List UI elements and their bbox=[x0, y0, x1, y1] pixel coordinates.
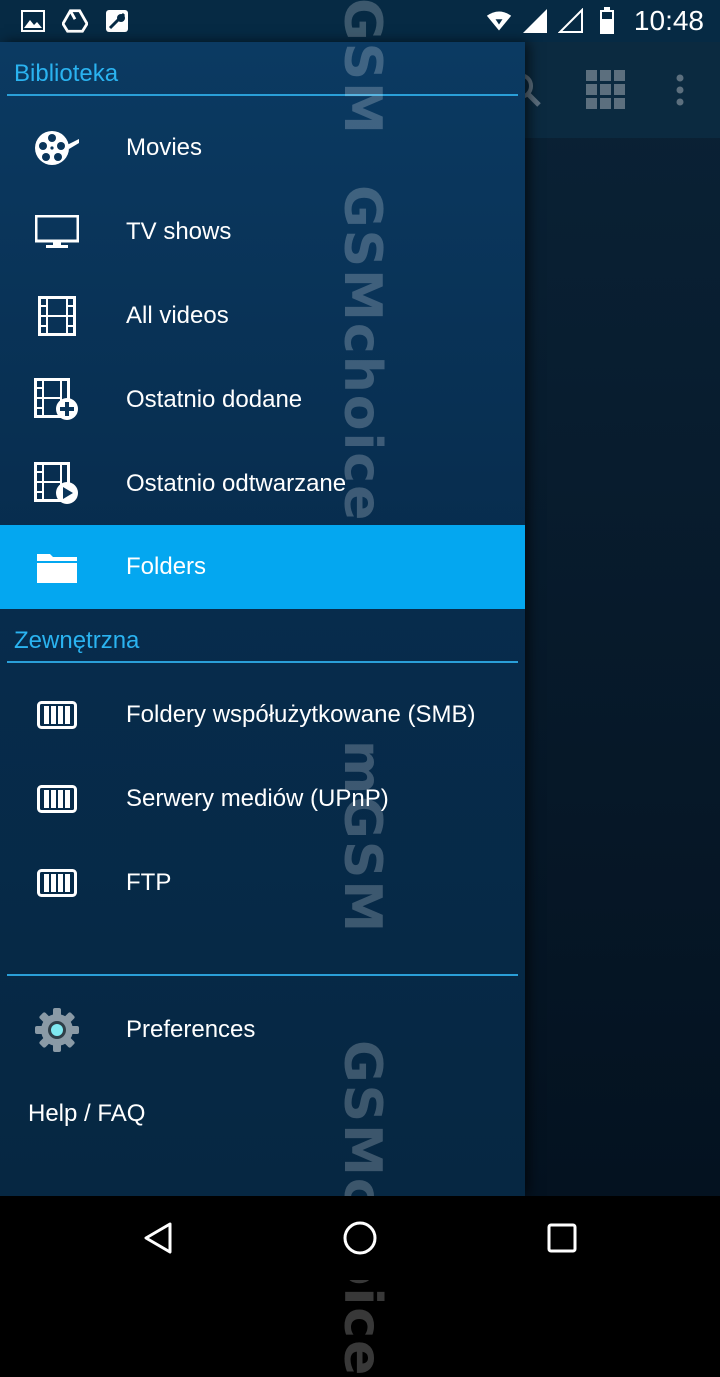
nav-item-label: Ostatnio dodane bbox=[126, 386, 303, 413]
section-header-library: Biblioteka bbox=[0, 42, 525, 96]
tv-icon bbox=[34, 210, 80, 254]
section-header-external: Zewnętrzna bbox=[0, 609, 525, 663]
network-drive-icon bbox=[34, 861, 80, 905]
nav-item-movies[interactable]: Movies bbox=[0, 106, 525, 190]
back-icon[interactable] bbox=[134, 1214, 182, 1262]
nav-item-label: Ostatnio odtwarzane bbox=[126, 470, 347, 497]
nav-item-preferences[interactable]: Preferences bbox=[0, 988, 525, 1072]
navigation-drawer: Biblioteka Movies TV shows All videos Os… bbox=[0, 42, 525, 1196]
recents-icon[interactable] bbox=[538, 1214, 586, 1262]
nav-item-label: FTP bbox=[126, 869, 172, 896]
home-icon[interactable] bbox=[336, 1214, 384, 1262]
nav-item-label: Folders bbox=[126, 553, 207, 580]
section-label: Zewnętrzna bbox=[14, 627, 140, 654]
nav-item-help[interactable]: Help / FAQ bbox=[0, 1072, 525, 1156]
nav-item-folders[interactable]: Folders bbox=[0, 525, 525, 609]
gear-icon bbox=[34, 1008, 80, 1052]
section-label: Biblioteka bbox=[14, 60, 119, 87]
footer-divider bbox=[7, 974, 518, 976]
nav-item-recently-played[interactable]: Ostatnio odtwarzane bbox=[0, 442, 525, 526]
nav-item-label: All videos bbox=[126, 302, 229, 329]
network-drive-icon bbox=[34, 777, 80, 821]
nav-item-label: Help / FAQ bbox=[28, 1100, 146, 1127]
wifi-icon bbox=[486, 8, 512, 34]
system-nav-bar bbox=[0, 1196, 720, 1280]
film-play-icon bbox=[34, 462, 80, 506]
clock: 10:48 bbox=[633, 5, 704, 36]
film-strip-icon bbox=[34, 294, 80, 338]
status-bar: 10:48 bbox=[0, 0, 720, 42]
grid-view-icon[interactable] bbox=[582, 66, 630, 114]
section-divider bbox=[7, 94, 518, 96]
nav-item-upnp[interactable]: Serwery mediów (UPnP) bbox=[0, 757, 525, 841]
nav-item-smb[interactable]: Foldery współużytkowane (SMB) bbox=[0, 673, 525, 757]
movie-reel-icon bbox=[34, 126, 80, 170]
folder-icon bbox=[34, 545, 80, 589]
battery-icon bbox=[594, 7, 620, 34]
image-icon bbox=[20, 8, 46, 34]
nav-item-label: Preferences bbox=[126, 1016, 256, 1043]
nav-item-label: Foldery współużytkowane (SMB) bbox=[126, 701, 476, 728]
nav-item-label: TV shows bbox=[126, 218, 232, 245]
nav-item-all-videos[interactable]: All videos bbox=[0, 274, 525, 358]
nav-item-label: Serwery mediów (UPnP) bbox=[126, 785, 389, 812]
film-add-icon bbox=[34, 378, 80, 422]
nav-item-ftp[interactable]: FTP bbox=[0, 841, 525, 925]
signal-empty-icon bbox=[557, 8, 584, 34]
drive-icon bbox=[62, 8, 88, 34]
maps-icon bbox=[104, 8, 130, 34]
nav-item-label: Movies bbox=[126, 134, 203, 161]
nav-item-tv-shows[interactable]: TV shows bbox=[0, 190, 525, 274]
overflow-menu-icon[interactable] bbox=[656, 66, 704, 114]
signal-icon bbox=[522, 8, 548, 34]
network-drive-icon bbox=[34, 693, 80, 737]
section-divider bbox=[7, 661, 518, 663]
nav-item-recently-added[interactable]: Ostatnio dodane bbox=[0, 358, 525, 442]
